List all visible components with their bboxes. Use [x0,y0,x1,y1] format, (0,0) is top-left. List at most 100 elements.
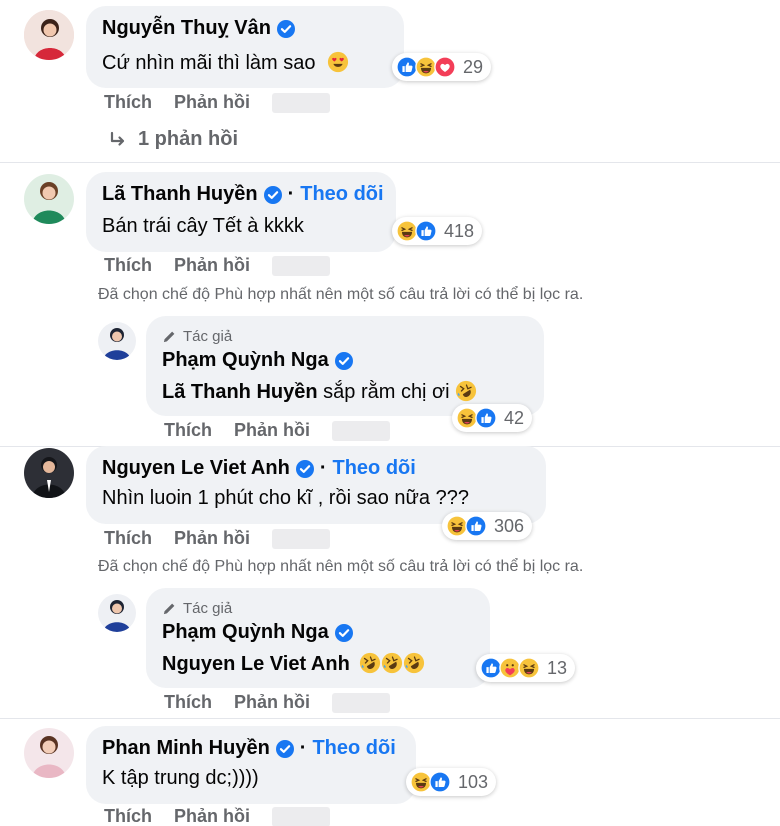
reply-button[interactable]: Phản hồi [234,692,310,713]
view-replies-label: 1 phản hồi [138,128,238,150]
comment-text: Bán trái cây Tết à kkkk [102,215,304,237]
comment-actions: Thích Phản hồi [164,420,390,441]
avatar[interactable] [24,448,74,498]
reply-bubble: Tác giả Phạm Quỳnh Nga Lã Thanh Huyền sắ… [146,316,544,416]
timestamp [272,92,330,113]
avatar[interactable] [24,728,74,778]
timestamp [332,692,390,713]
verified-badge-icon [276,740,294,758]
follow-button[interactable]: Theo dõi [312,737,395,760]
comment-author[interactable]: Phạm Quỳnh Nga [162,621,329,644]
like-icon [429,771,451,793]
like-icon [465,515,487,537]
comment-author[interactable]: Nguyen Le Viet Anh [102,457,290,480]
like-button[interactable]: Thích [164,420,212,441]
heart-eyes-emoji-icon [327,51,349,73]
reaction-summary[interactable]: 29 [392,53,492,81]
verified-badge-icon [296,460,314,478]
reply-button[interactable]: Phản hồi [174,806,250,826]
author-tag: Tác giả [162,328,232,345]
comment-bubble: Lã Thanh Huyền · Theo dõi Bán trái cây T… [86,172,396,252]
comment-actions: Thích Phản hồi [104,528,330,549]
like-button[interactable]: Thích [104,806,152,826]
rofl-emoji-icon [403,652,425,674]
reaction-summary[interactable]: 103 [406,768,497,796]
follow-button[interactable]: Theo dõi [332,457,415,480]
comment-actions: Thích Phản hồi [104,806,330,826]
reaction-summary[interactable]: 42 [452,404,533,432]
filter-notice: Đã chọn chế độ Phù hợp nhất nên một số c… [98,286,584,303]
reaction-count: 13 [547,657,568,678]
verified-badge-icon [277,20,295,38]
comment-bubble: Phan Minh Huyền · Theo dõi K tập trung d… [86,726,416,804]
comment-actions: Thích Phản hồi [104,92,330,113]
reply-button[interactable]: Phản hồi [174,528,250,549]
avatar[interactable] [24,174,74,224]
comment-text: Cứ nhìn mãi thì làm sao [102,52,316,74]
reply-button[interactable]: Phản hồi [174,92,250,113]
comment-author[interactable]: Phạm Quỳnh Nga [162,349,329,372]
reaction-count: 418 [444,220,475,241]
timestamp [332,420,390,441]
love-icon [434,56,456,78]
reaction-count: 306 [494,515,525,536]
rofl-emoji-icon [359,652,381,674]
reply-arrow-icon [108,130,128,150]
avatar[interactable] [98,594,136,632]
avatar[interactable] [24,10,74,60]
verified-badge-icon [264,186,282,204]
comment-bubble: Nguyễn Thuỵ Vân Cứ nhìn mãi thì làm sao [86,6,404,88]
verified-badge-icon [335,624,353,642]
like-icon [415,220,437,242]
reaction-summary[interactable]: 13 [476,654,576,682]
comment-text: Nhìn luoin 1 phút cho kĩ , rồi sao nữa ?… [102,487,469,509]
like-icon [475,407,497,429]
timestamp [272,528,330,549]
view-replies-link[interactable]: 1 phản hồi [108,128,238,151]
comment-author[interactable]: Nguyễn Thuỵ Vân [102,17,271,40]
pencil-icon [162,601,177,616]
comment-text-row: Lã Thanh Huyền sắp rằm chị ơi [162,380,477,404]
comment-author[interactable]: Phan Minh Huyền [102,737,270,760]
filter-notice: Đã chọn chế độ Phù hợp nhất nên một số c… [98,558,584,575]
comment-actions: Thích Phản hồi [164,692,390,713]
reaction-count: 103 [458,771,489,792]
reply-button[interactable]: Phản hồi [174,255,250,276]
divider [0,718,780,719]
like-button[interactable]: Thích [104,92,152,113]
comment-author[interactable]: Lã Thanh Huyền [102,183,258,206]
author-tag: Tác giả [162,600,232,617]
divider [0,162,780,163]
avatar-image [24,174,74,224]
mention-link[interactable]: Nguyen Le Viet Anh [162,653,350,675]
like-button[interactable]: Thích [104,528,152,549]
pencil-icon [162,329,177,344]
haha-icon [518,657,540,679]
comment-text-row: Cứ nhìn mãi thì làm sao [102,51,349,75]
avatar-image [98,322,136,360]
timestamp [272,806,330,826]
mention-link[interactable]: Lã Thanh Huyền [162,381,318,403]
comment-actions: Thích Phản hồi [104,255,330,276]
comment-text: sắp rằm chị ơi [317,381,450,403]
reply-bubble: Tác giả Phạm Quỳnh Nga Nguyen Le Viet An… [146,588,490,688]
avatar-image [24,728,74,778]
comment-text-row: Nguyen Le Viet Anh [162,652,425,676]
avatar-image [24,10,74,60]
verified-badge-icon [335,352,353,370]
avatar[interactable] [98,322,136,360]
avatar-image [98,594,136,632]
timestamp [272,255,330,276]
comment-text: K tập trung dc;)))) [102,767,259,789]
like-button[interactable]: Thích [104,255,152,276]
avatar-image [24,448,74,498]
reaction-count: 29 [463,56,484,77]
follow-button[interactable]: Theo dõi [300,183,383,206]
reply-button[interactable]: Phản hồi [234,420,310,441]
reaction-summary[interactable]: 418 [392,217,483,245]
reaction-count: 42 [504,407,525,428]
rofl-emoji-icon [381,652,403,674]
like-button[interactable]: Thích [164,692,212,713]
reaction-summary[interactable]: 306 [442,512,533,540]
rofl-emoji-icon [455,380,477,402]
